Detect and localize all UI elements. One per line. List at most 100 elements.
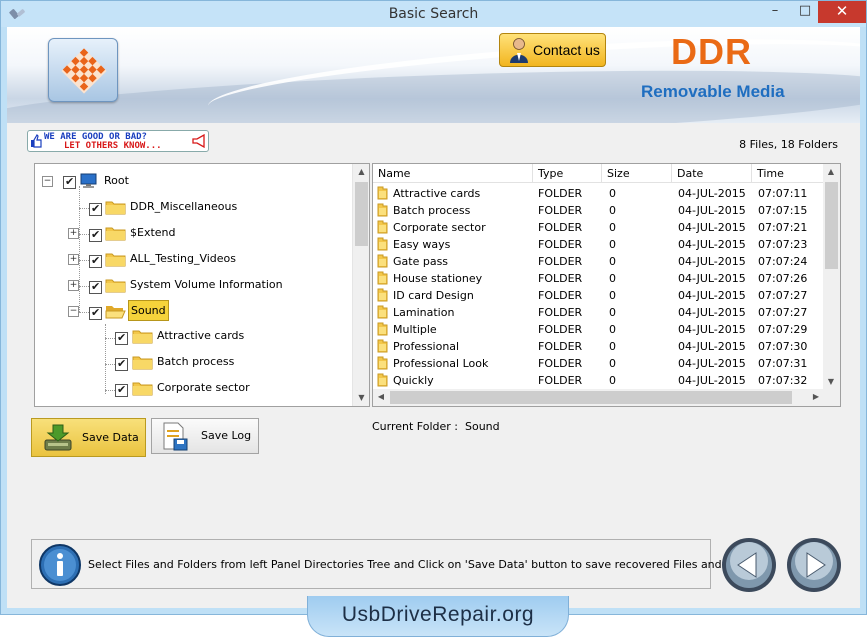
scroll-up-arrow[interactable]: ▲ (353, 164, 369, 180)
cell-time: 07:07:30 (758, 340, 808, 353)
folder-icon (377, 254, 388, 268)
list-item[interactable]: Corporate sector FOLDER 0 04-JUL-2015 07:07:… (373, 219, 825, 236)
close-button[interactable]: ✕ (818, 1, 866, 23)
contact-us-button[interactable]: Contact us (499, 33, 606, 67)
cell-name: Corporate sector (393, 221, 486, 234)
column-header-type[interactable]: Type (533, 164, 602, 183)
cell-time: 07:07:21 (758, 221, 808, 234)
feedback-banner[interactable]: WE ARE GOOD OR BAD? LET OTHERS KNOW... (27, 130, 209, 152)
tree-collapse-toggle[interactable]: − (68, 306, 79, 317)
scroll-down-arrow[interactable]: ▼ (823, 374, 839, 390)
tree-label: Attractive cards (157, 329, 245, 342)
file-list[interactable]: Name Type Size Date Time Attractive card… (372, 163, 841, 407)
scroll-down-arrow[interactable]: ▼ (353, 390, 369, 406)
list-item[interactable]: Multiple FOLDER 0 04-JUL-2015 07:07:29 (373, 321, 825, 338)
tree-node[interactable]: Batch process (35, 353, 355, 375)
cell-size: 0 (609, 374, 616, 387)
cell-type: FOLDER (538, 357, 583, 370)
list-item[interactable]: Lamination FOLDER 0 04-JUL-2015 07:07:27 (373, 304, 825, 321)
tree-collapse-toggle[interactable]: − (42, 176, 53, 187)
list-item[interactable]: Batch process FOLDER 0 04-JUL-2015 07:07:15 (373, 202, 825, 219)
column-header-date[interactable]: Date (672, 164, 752, 183)
tree-checkbox[interactable] (89, 254, 102, 268)
title-bar: Basic Search – □ ✕ (1, 1, 866, 27)
open-folder-icon (105, 303, 126, 319)
computer-icon (80, 173, 97, 188)
list-header: Name Type Size Date Time (373, 164, 825, 183)
tree-checkbox[interactable] (115, 357, 128, 371)
folder-icon (377, 322, 388, 336)
save-data-button[interactable]: Save Data (31, 418, 146, 457)
maximize-button[interactable]: □ (791, 1, 819, 23)
tree-expand-toggle[interactable]: + (68, 280, 79, 291)
cell-name: Multiple (393, 323, 437, 336)
tree-checkbox[interactable] (63, 175, 76, 189)
list-item[interactable]: Gate pass FOLDER 0 04-JUL-2015 07:07:24 (373, 253, 825, 270)
folder-icon (132, 380, 153, 396)
tree-expand-toggle[interactable]: + (68, 228, 79, 239)
tree-vertical-scrollbar[interactable]: ▲ ▼ (352, 164, 369, 406)
list-item[interactable]: Professional FOLDER 0 04-JUL-2015 07:07:30 (373, 338, 825, 355)
list-item[interactable]: Professional Look FOLDER 0 04-JUL-2015 07:07… (373, 355, 825, 372)
list-vertical-scrollbar[interactable]: ▲ ▼ (823, 164, 840, 390)
scroll-thumb[interactable] (390, 391, 792, 404)
save-log-button[interactable]: Save Log (151, 418, 259, 454)
list-item[interactable]: Quickly FOLDER 0 04-JUL-2015 07:07:32 (373, 372, 825, 389)
tree-label[interactable]: Sound (128, 300, 169, 321)
directory-tree[interactable]: − Root DDR_Miscellaneous + $Extend + ALL_Tes… (34, 163, 370, 407)
scroll-left-arrow[interactable]: ◀ (373, 389, 389, 405)
folder-icon (105, 199, 126, 215)
cell-name: Gate pass (393, 255, 449, 268)
scroll-up-arrow[interactable]: ▲ (823, 164, 839, 180)
tree-checkbox[interactable] (89, 306, 102, 320)
main-panel: WE ARE GOOD OR BAD? LET OTHERS KNOW... 8… (7, 123, 860, 608)
column-header-time[interactable]: Time (752, 164, 825, 183)
tree-node[interactable]: + $Extend (35, 223, 355, 245)
cell-time: 07:07:31 (758, 357, 808, 370)
cell-type: FOLDER (538, 187, 583, 200)
list-item[interactable]: Attractive cards FOLDER 0 04-JUL-2015 07:07:… (373, 185, 825, 202)
tree-expand-toggle[interactable]: + (68, 254, 79, 265)
tree-node[interactable]: + System Volume Information (35, 275, 355, 297)
folder-icon (377, 356, 388, 370)
tree-node[interactable]: Corporate sector (35, 379, 355, 401)
tree-node[interactable]: − Sound (35, 300, 355, 323)
brand-name: DDR (671, 31, 752, 72)
list-item[interactable]: House stationey FOLDER 0 04-JUL-2015 07:07:2… (373, 270, 825, 287)
tree-checkbox[interactable] (89, 280, 102, 294)
column-header-name[interactable]: Name (373, 164, 533, 183)
tree-label[interactable]: DDR_Miscellaneous (130, 200, 237, 213)
tree-label[interactable]: $Extend (130, 226, 176, 239)
status-message: Select Files and Folders from left Panel… (88, 558, 769, 571)
scroll-thumb[interactable] (825, 182, 838, 269)
tree-checkbox[interactable] (115, 383, 128, 397)
tree-label[interactable]: ALL_Testing_Videos (130, 252, 236, 265)
back-button[interactable] (721, 537, 777, 593)
website-footer: UsbDriveRepair.org (307, 596, 569, 637)
minimize-button[interactable]: – (761, 1, 789, 23)
tree-label[interactable]: System Volume Information (130, 278, 283, 291)
tree-node[interactable]: DDR_Miscellaneous (35, 197, 355, 219)
scroll-thumb[interactable] (355, 182, 368, 246)
list-horizontal-scrollbar[interactable]: ◀ ▶ (373, 389, 840, 406)
status-bar: Select Files and Folders from left Panel… (31, 539, 768, 589)
next-button[interactable] (786, 537, 842, 593)
cell-time: 07:07:27 (758, 306, 808, 319)
cell-time: 07:07:23 (758, 238, 808, 251)
tree-checkbox[interactable] (89, 202, 102, 216)
scroll-right-arrow[interactable]: ▶ (808, 389, 824, 405)
tree-node[interactable]: + ALL_Testing_Videos (35, 249, 355, 271)
cell-type: FOLDER (538, 238, 583, 251)
megaphone-icon (192, 134, 205, 148)
list-item[interactable]: ID card Design FOLDER 0 04-JUL-2015 07:07:27 (373, 287, 825, 304)
tree-node[interactable]: Attractive cards (35, 327, 355, 349)
tree-node-root[interactable]: − Root (35, 171, 355, 193)
column-header-size[interactable]: Size (602, 164, 672, 183)
folder-icon (105, 225, 126, 241)
cell-size: 0 (609, 289, 616, 302)
tree-checkbox[interactable] (89, 228, 102, 242)
list-item[interactable]: Easy ways FOLDER 0 04-JUL-2015 07:07:23 (373, 236, 825, 253)
cell-size: 0 (609, 187, 616, 200)
tree-checkbox[interactable] (115, 331, 128, 345)
contact-us-label: Contact us (533, 42, 600, 58)
